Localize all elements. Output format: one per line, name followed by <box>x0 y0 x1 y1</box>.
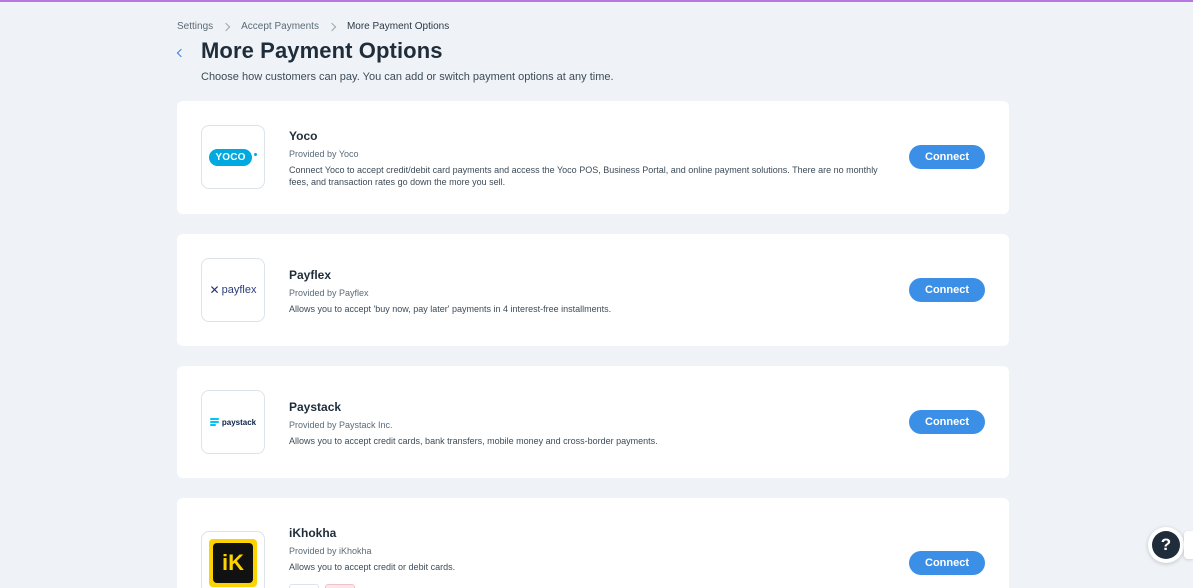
payment-option-name: iKhokha <box>289 526 337 540</box>
payment-option-info: Paystack Provided by Paystack Inc. Allow… <box>289 400 889 447</box>
chevron-right-icon <box>221 22 231 31</box>
card-brand-badge <box>289 584 319 588</box>
payment-option-description: Allows you to accept credit or debit car… <box>289 562 456 572</box>
payment-option-card-paystack: paystack Paystack Provided by Paystack I… <box>177 366 1009 478</box>
payment-option-name: Payflex <box>289 268 332 282</box>
page-title: More Payment Options <box>201 38 443 63</box>
payment-option-info: iKhokha Provided by iKhokha Allows you t… <box>289 526 889 573</box>
question-mark-icon: ? <box>1152 531 1180 559</box>
paystack-logo-text: paystack <box>221 417 257 427</box>
breadcrumb-accept-payments[interactable]: Accept Payments <box>241 21 319 32</box>
page-subtitle: Choose how customers can pay. You can ad… <box>201 71 614 83</box>
card-brand-badge <box>325 584 355 588</box>
payflex-logo: ✕ payflex <box>201 258 265 322</box>
payment-option-provider: Provided by Paystack Inc. <box>289 420 393 430</box>
payment-option-description: Allows you to accept credit cards, bank … <box>289 436 658 446</box>
help-button[interactable]: ? <box>1148 527 1184 563</box>
payflex-logo-text: payflex <box>221 284 257 296</box>
payment-method-badges <box>289 584 355 588</box>
top-accent-bar <box>0 0 1193 2</box>
yoco-logo-text: YOCO <box>209 148 252 166</box>
payment-option-name: Yoco <box>289 129 318 143</box>
paystack-logo: paystack <box>201 390 265 454</box>
yoco-logo: YOCO <box>201 125 265 189</box>
yoco-logo-dot <box>253 152 257 156</box>
chevron-left-icon <box>176 48 186 58</box>
connect-button-yoco[interactable]: Connect <box>909 145 985 169</box>
breadcrumb-settings[interactable]: Settings <box>177 21 213 32</box>
payment-option-provider: Provided by Yoco <box>289 149 359 159</box>
connect-button-payflex[interactable]: Connect <box>909 278 985 302</box>
payment-option-description: Connect Yoco to accept credit/debit card… <box>289 165 878 187</box>
breadcrumb: Settings Accept Payments More Payment Op… <box>177 21 449 32</box>
payment-option-info: Yoco Provided by Yoco Connect Yoco to ac… <box>289 129 889 188</box>
back-button[interactable] <box>173 45 189 61</box>
ikhokha-logo: iK <box>201 531 265 588</box>
payment-option-card-payflex: ✕ payflex Payflex Provided by Payflex Al… <box>177 234 1009 346</box>
ikhokha-logo-text: iK <box>213 543 253 583</box>
breadcrumb-current: More Payment Options <box>346 21 450 32</box>
payment-option-name: Paystack <box>289 400 342 414</box>
payment-option-description: Allows you to accept 'buy now, pay later… <box>289 304 612 314</box>
payment-option-info: Payflex Provided by Payflex Allows you t… <box>289 268 889 315</box>
paystack-mark-icon <box>209 418 219 426</box>
side-panel-tab[interactable] <box>1184 531 1193 559</box>
payflex-mark-icon: ✕ <box>209 283 220 297</box>
payment-option-provider: Provided by iKhokha <box>289 546 372 556</box>
connect-button-ikhokha[interactable]: Connect <box>909 551 985 575</box>
payment-option-provider: Provided by Payflex <box>289 288 369 298</box>
payment-option-card-yoco: YOCO Yoco Provided by Yoco Connect Yoco … <box>177 101 1009 214</box>
payment-option-card-ikhokha: iK iKhokha Provided by iKhokha Allows yo… <box>177 498 1009 588</box>
chevron-right-icon <box>327 22 337 31</box>
connect-button-paystack[interactable]: Connect <box>909 410 985 434</box>
